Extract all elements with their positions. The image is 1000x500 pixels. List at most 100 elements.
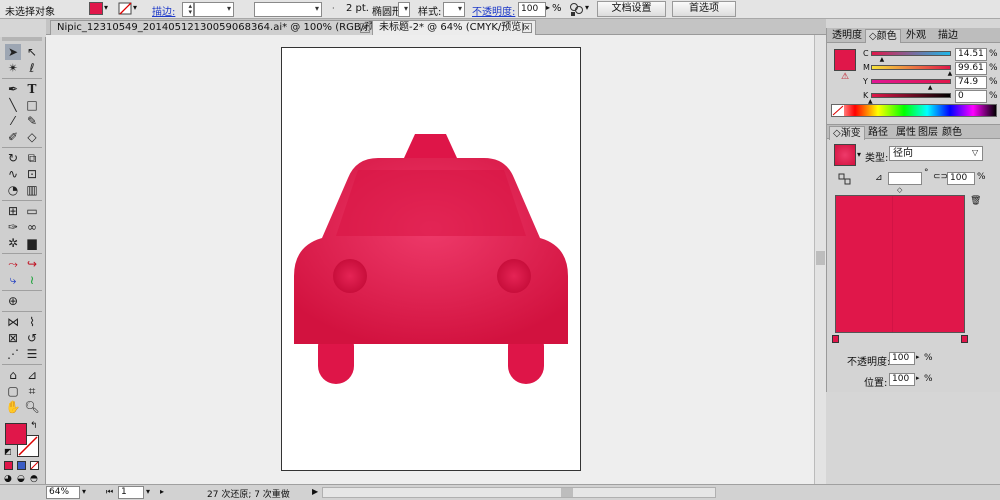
type-tool-icon[interactable]: T (24, 81, 40, 97)
artboard-tool-icon[interactable]: ⤳ (5, 256, 21, 272)
lasso-tool-icon[interactable]: ℓ (24, 60, 40, 76)
crop-tool-icon[interactable]: ⊠ (5, 330, 21, 346)
rotate-tool-icon[interactable]: ↻ (5, 150, 21, 166)
close-icon[interactable]: × (360, 23, 370, 33)
channel-slider-m[interactable] (871, 65, 951, 70)
gradient-slider-preview[interactable] (835, 195, 965, 333)
perspective-grid-tool-icon[interactable]: ▥ (24, 182, 40, 198)
stroke-weight-dropdown[interactable]: ▾ (194, 2, 234, 17)
taxi-artwork[interactable] (282, 48, 580, 470)
knife-tool-icon[interactable]: ⊿ (24, 367, 40, 383)
channel-slider-thumb-m[interactable]: ▲ (948, 70, 953, 77)
style-dropdown[interactable]: ▾ (443, 2, 465, 17)
draw-inside-icon[interactable]: ◓ (30, 474, 38, 484)
channel-value-y[interactable]: 74.9 (955, 76, 987, 89)
selection-tool-icon[interactable]: ➤ (5, 44, 21, 60)
reverse-gradient-icon[interactable] (838, 173, 852, 185)
out-of-gamut-warning-icon[interactable]: ⚠ (841, 72, 849, 82)
first-artboard-icon[interactable]: ⏮ (106, 487, 113, 497)
draw-normal-icon[interactable]: ◕ (4, 474, 12, 484)
toolbox-grip[interactable] (2, 37, 42, 41)
magic-wand-tool-icon[interactable]: ✴ (5, 60, 21, 76)
stop-opacity-dropdown-icon[interactable]: ▸ (916, 353, 920, 361)
channel-slider-k[interactable] (871, 93, 951, 98)
line-tool-icon[interactable]: ╲ (5, 97, 21, 113)
color-panel-fill-swatch[interactable] (834, 49, 856, 71)
none-mode-icon[interactable] (30, 461, 39, 470)
tab-gradient[interactable]: ◇渐变 (829, 126, 865, 140)
crosshair-tool-icon[interactable]: ⊕ (5, 293, 21, 309)
scrollbar-thumb[interactable] (561, 488, 573, 497)
gradient-stop-right[interactable] (961, 335, 968, 343)
next-artboard-icon[interactable]: ▸ (160, 487, 164, 496)
stop-location-dropdown-icon[interactable]: ▸ (916, 374, 920, 382)
gradient-tool-icon[interactable]: ▭ (24, 203, 40, 219)
document-setup-button[interactable]: 文档设置 (597, 1, 666, 17)
tab-untitled-2[interactable]: 未标题-2* @ 64% (CMYK/预览) × (372, 20, 536, 35)
gradient-swatch-dropdown-icon[interactable]: ▾ (857, 150, 861, 159)
channel-slider-thumb-k[interactable]: ▲ (868, 98, 873, 105)
graph-line-tool-icon[interactable]: ⋰ (5, 346, 21, 362)
artboard-select-tool-icon[interactable]: ▢ (5, 383, 21, 399)
angle-input[interactable] (888, 172, 922, 185)
fill-color-swatch[interactable] (89, 2, 103, 15)
recolor-artwork-icon[interactable] (568, 1, 584, 17)
channel-value-m[interactable]: 99.61 (955, 62, 987, 75)
blend-tool-icon[interactable]: ∞ (24, 219, 40, 235)
stroke-weight-stepper[interactable]: ▴ ▾ (182, 2, 194, 17)
reshape-tool-icon[interactable]: ≀ (24, 272, 40, 288)
paintbrush-tool-icon[interactable]: ⁄ (5, 113, 21, 129)
chevron-down-icon[interactable]: ▽ (972, 148, 978, 157)
eraser-tool-icon[interactable]: ◇ (24, 129, 40, 145)
stroke-dropdown-arrow-icon[interactable]: ▾ (133, 3, 137, 12)
tab-stroke[interactable]: 描边 (935, 29, 961, 43)
horizontal-scrollbar[interactable] (322, 487, 716, 498)
variable-width-dropdown[interactable]: ▾ (254, 2, 322, 17)
opacity-label[interactable]: 不透明度: (472, 3, 515, 18)
zoom-dropdown-icon[interactable]: ▾ (82, 487, 86, 496)
opacity-dropdown-arrow-icon[interactable]: ▸ (546, 3, 550, 12)
slice-select-tool-icon[interactable]: ⌗ (24, 383, 40, 399)
gradient-preview-swatch[interactable] (834, 144, 856, 166)
tab-nipic-document[interactable]: Nipic_12310549_20140512130059068364.ai* … (50, 20, 388, 35)
gradient-stop-left[interactable] (832, 335, 839, 343)
draw-behind-icon[interactable]: ◒ (17, 474, 25, 484)
brush-dropdown[interactable]: ▾ (398, 2, 410, 17)
tab-appearance[interactable]: 外观 (903, 29, 929, 43)
stop-location-input[interactable]: 100 (889, 373, 915, 386)
canvas[interactable] (46, 35, 826, 485)
channel-slider-thumb-y[interactable]: ▲ (928, 84, 933, 91)
recolor-dropdown-arrow-icon[interactable]: ▾ (585, 3, 589, 12)
width-tool-icon[interactable]: ⤷ (5, 272, 21, 288)
warp-tool-icon[interactable]: ∿ (5, 166, 21, 182)
gradient-mode-icon[interactable] (17, 461, 26, 470)
artboard-number-field[interactable]: 1 (118, 486, 144, 499)
zoom-level-field[interactable]: 64% (46, 486, 80, 499)
rectangle-tool-icon[interactable]: □ (24, 97, 40, 113)
tab-swatch-color[interactable]: 颜色 (939, 126, 965, 140)
pen-tool-icon[interactable]: ✒ (5, 81, 21, 97)
mesh-tool-icon[interactable]: ⊞ (5, 203, 21, 219)
tab-layers[interactable]: 图层 (915, 126, 941, 140)
stop-opacity-input[interactable]: 100 (889, 352, 915, 365)
tab-color[interactable]: ◇颜色 (865, 29, 901, 43)
trash-icon[interactable]: 🗑︎ (970, 196, 981, 206)
stroke-none-swatch[interactable] (118, 2, 132, 15)
artboard-dropdown-icon[interactable]: ▾ (146, 487, 150, 496)
close-icon[interactable]: × (522, 23, 532, 33)
vertical-scrollbar[interactable] (814, 35, 826, 485)
direct-selection-tool-icon[interactable]: ↖ (24, 44, 40, 60)
stroke-label[interactable]: 描边: (152, 3, 175, 18)
opacity-input[interactable]: 100 (518, 2, 546, 17)
status-menu-arrow-icon[interactable]: ▶ (312, 487, 318, 496)
color-mode-icon[interactable] (4, 461, 13, 470)
slice-tool-icon[interactable]: ↪ (24, 256, 40, 272)
tab-transparency[interactable]: 透明度 (829, 29, 865, 43)
midpoint-diamond-icon[interactable]: ◇ (897, 186, 902, 194)
aspect-ratio-input[interactable]: 100 (947, 172, 975, 185)
envelope-tool-icon[interactable]: ⋈ (5, 314, 21, 330)
default-colors-icon[interactable]: ◩ (4, 447, 12, 456)
channel-slider-y[interactable] (871, 79, 951, 84)
channel-slider-thumb-c[interactable]: ▲ (880, 56, 885, 63)
gradient-type-select[interactable]: 径向 (889, 146, 983, 161)
